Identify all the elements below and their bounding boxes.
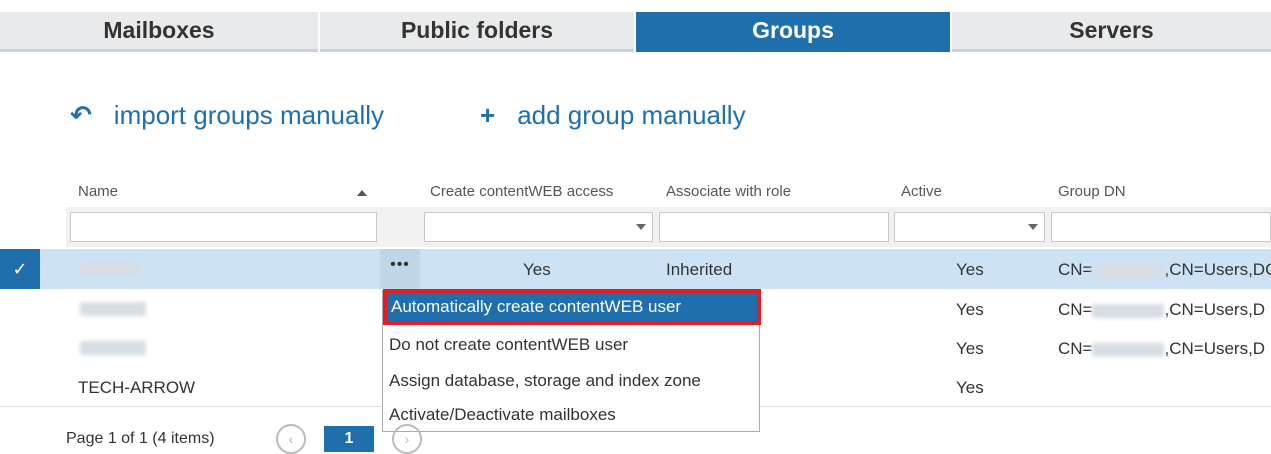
dn-prefix: CN= (1058, 300, 1093, 319)
table-row[interactable]: ✓ ••• Yes Inherited Yes CN= ,CN=Users,DC (0, 249, 1271, 289)
group-dn-value: CN= ,CN=Users,DC (1058, 260, 1271, 280)
tab-bar: Mailboxes Public folders Groups Servers (0, 12, 1271, 52)
prev-page-button[interactable]: ‹ (276, 424, 306, 454)
menu-item-activate-mailboxes[interactable]: Activate/Deactivate mailboxes (389, 405, 616, 425)
menu-item-label: Activate/Deactivate mailboxes (389, 405, 616, 424)
column-label: Create contentWEB access (430, 183, 614, 200)
add-group-button[interactable]: + add group manually (480, 100, 746, 131)
redacted-dn (1092, 303, 1165, 318)
role-filter-input[interactable] (659, 212, 889, 242)
page-number-label: 1 (344, 430, 354, 447)
dn-suffix: ,CN=Users,DC (1164, 260, 1271, 279)
redacted-name (80, 262, 140, 276)
chevron-down-icon (1028, 224, 1038, 230)
group-dn-value: CN= ,CN=Users,D (1058, 300, 1265, 320)
add-group-label: add group manually (517, 100, 746, 130)
tab-servers[interactable]: Servers (952, 12, 1271, 52)
menu-item-label: Do not create contentWEB user (389, 335, 629, 354)
menu-item-assign-database[interactable]: Assign database, storage and index zone (389, 371, 701, 391)
menu-item-label: Automatically create contentWEB user (391, 297, 682, 316)
dn-prefix: CN= (1058, 260, 1093, 279)
redacted-name (80, 341, 146, 355)
column-label: Associate with role (666, 183, 792, 200)
tab-groups[interactable]: Groups (636, 12, 950, 52)
active-value: Yes (956, 260, 984, 279)
tab-mailboxes[interactable]: Mailboxes (0, 12, 318, 52)
redacted-name (80, 302, 146, 316)
undo-arrow-icon: ↶ (70, 100, 92, 130)
import-groups-label: import groups manually (113, 100, 385, 130)
group-dn-filter-input[interactable] (1051, 212, 1271, 242)
active-value: Yes (956, 339, 984, 358)
column-label: Group DN (1058, 183, 1126, 200)
active-value: Yes (956, 378, 984, 397)
menu-item-do-not-create-user[interactable]: Do not create contentWEB user (389, 335, 628, 355)
tab-label: Mailboxes (103, 17, 215, 43)
plus-icon: + (480, 100, 496, 130)
check-icon[interactable]: ✓ (0, 249, 40, 289)
create-access-filter-select[interactable] (424, 212, 653, 242)
column-label: Active (901, 183, 942, 200)
dn-suffix: ,CN=Users,D (1164, 300, 1266, 319)
tab-public-folders[interactable]: Public folders (320, 12, 634, 52)
column-header-role[interactable]: Associate with role (666, 183, 791, 200)
active-value: Yes (956, 300, 984, 319)
column-header-active[interactable]: Active (901, 183, 942, 200)
role-value: Inherited (666, 260, 733, 279)
pager-summary: Page 1 of 1 (4 items) (66, 430, 215, 447)
tab-label: Servers (1069, 17, 1154, 43)
redacted-dn (1092, 263, 1165, 278)
create-access-value: Yes (523, 260, 551, 279)
chevron-left-icon: ‹ (288, 431, 294, 447)
tab-label: Public folders (400, 17, 554, 43)
page-number-button[interactable]: 1 (324, 426, 374, 452)
column-label: Name (78, 183, 119, 200)
dn-prefix: CN= (1058, 339, 1093, 358)
import-groups-button[interactable]: ↶ import groups manually (70, 100, 384, 131)
name-filter-input[interactable] (70, 212, 377, 242)
menu-item-auto-create-user[interactable]: Automatically create contentWEB user (383, 289, 761, 325)
next-page-button[interactable]: › (392, 424, 422, 454)
chevron-right-icon: › (404, 431, 410, 447)
check-glyph: ✓ (12, 258, 28, 279)
dn-suffix: ,CN=Users,D (1164, 339, 1266, 358)
tab-label: Groups (752, 17, 834, 43)
column-header-create-access[interactable]: Create contentWEB access (430, 183, 613, 200)
row-actions-button[interactable]: ••• (380, 249, 420, 289)
name-value: TECH-ARROW (78, 378, 196, 397)
row-context-menu: Automatically create contentWEB user Do … (382, 289, 761, 432)
column-header-name[interactable]: Name (78, 183, 118, 200)
active-filter-select[interactable] (894, 212, 1045, 242)
redacted-dn (1092, 342, 1165, 357)
group-dn-value: CN= ,CN=Users,D (1058, 339, 1265, 359)
column-header-group-dn[interactable]: Group DN (1058, 183, 1126, 200)
more-icon: ••• (390, 256, 410, 273)
menu-item-label: Assign database, storage and index zone (389, 371, 701, 390)
chevron-down-icon (636, 224, 646, 230)
sort-ascending-icon[interactable] (357, 190, 367, 196)
